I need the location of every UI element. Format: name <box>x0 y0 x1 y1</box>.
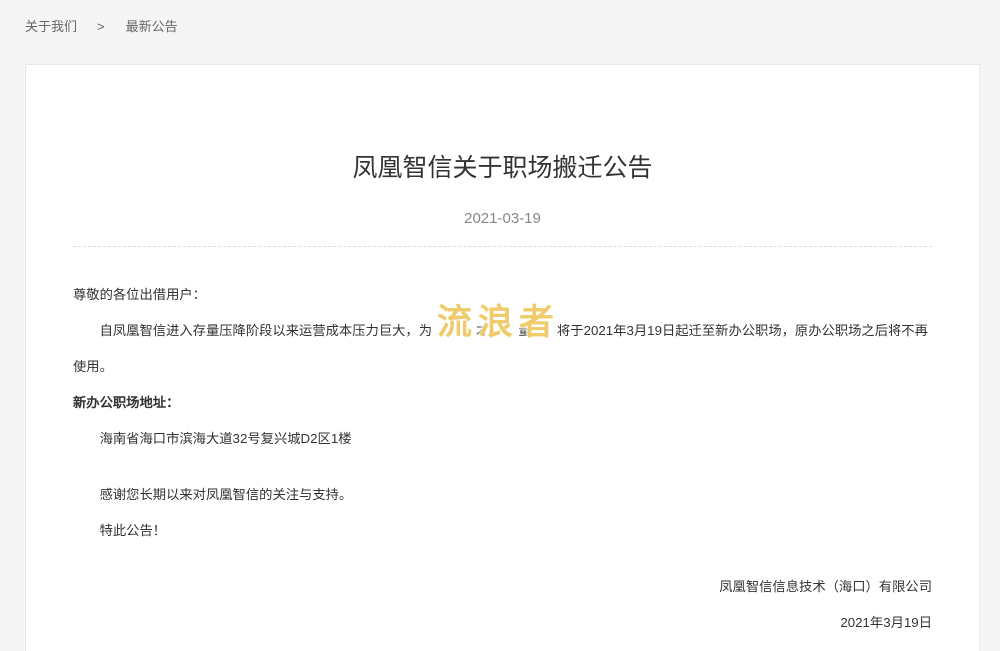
address-label: 新办公职场地址： <box>73 385 932 421</box>
breadcrumb: 关于我们 > 最新公告 <box>25 18 178 36</box>
breadcrumb-item-latest-news: 最新公告 <box>126 19 178 34</box>
address-text: 海南省海口市滨海大道32号复兴城D2区1楼 <box>73 421 932 457</box>
greeting-text: 尊敬的各位出借用户： <box>73 277 932 313</box>
breadcrumb-item-about-us[interactable]: 关于我们 <box>25 19 77 34</box>
obscured-fragment: 才 <box>476 323 489 338</box>
obscured-fragment: 量 <box>518 323 531 338</box>
signature-company: 凤凰智信信息技术（海口）有限公司 <box>73 569 932 605</box>
breadcrumb-separator: > <box>97 19 105 34</box>
announcement-card: 凤凰智信关于职场搬迁公告 2021-03-19 尊敬的各位出借用户： 自凤凰智信… <box>25 64 980 651</box>
title-divider <box>73 246 932 247</box>
announcement-date: 2021-03-19 <box>73 207 932 231</box>
signature-date: 2021年3月19日 <box>73 605 932 641</box>
relocation-paragraph: 自凤凰智信进入存量压降阶段以来运营成本压力巨大，为才量将于2021年3月19日起… <box>73 313 932 385</box>
thanks-text: 感谢您长期以来对凤凰智信的关注与支持。 <box>73 477 932 513</box>
closing-text: 特此公告！ <box>73 513 932 549</box>
obscured-text-region: 才量 <box>432 313 557 349</box>
paragraph-text-before: 自凤凰智信进入存量压降阶段以来运营成本压力巨大，为 <box>100 323 432 338</box>
announcement-title: 凤凰智信关于职场搬迁公告 <box>73 150 932 186</box>
announcement-body: 尊敬的各位出借用户： 自凤凰智信进入存量压降阶段以来运营成本压力巨大，为才量将于… <box>73 277 932 641</box>
